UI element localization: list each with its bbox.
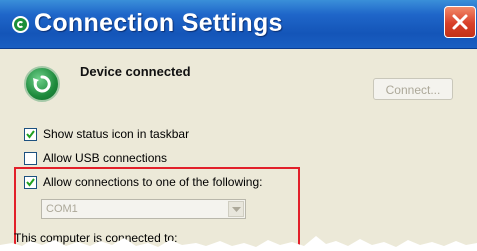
dropdown-button[interactable] bbox=[228, 201, 244, 217]
close-icon bbox=[452, 14, 468, 30]
window-title: Connection Settings bbox=[34, 9, 283, 37]
title-bar[interactable]: Connection Settings bbox=[0, 0, 477, 49]
show-status-icon-checkbox[interactable] bbox=[24, 128, 37, 141]
allow-connections-checkbox[interactable] bbox=[24, 176, 37, 189]
connect-button[interactable]: Connect... bbox=[373, 78, 453, 100]
device-status-icon bbox=[24, 66, 60, 102]
checkmark-icon bbox=[26, 130, 35, 139]
port-select-value: COM1 bbox=[46, 203, 78, 215]
allow-usb-checkbox[interactable] bbox=[24, 152, 37, 165]
torn-paper-edge bbox=[0, 236, 477, 251]
sync-icon bbox=[12, 16, 29, 33]
port-select[interactable]: COM1 bbox=[41, 199, 246, 219]
connection-settings-dialog: Connection Settings Device connected Con… bbox=[0, 0, 477, 251]
show-status-icon-label[interactable]: Show status icon in taskbar bbox=[43, 127, 189, 141]
allow-usb-label[interactable]: Allow USB connections bbox=[43, 151, 167, 165]
allow-connections-label[interactable]: Allow connections to one of the followin… bbox=[43, 175, 262, 189]
sync-icon bbox=[33, 75, 51, 93]
device-status-text: Device connected bbox=[80, 64, 191, 79]
checkmark-icon bbox=[26, 178, 35, 187]
chevron-down-icon bbox=[232, 207, 241, 212]
close-button[interactable] bbox=[444, 6, 476, 38]
